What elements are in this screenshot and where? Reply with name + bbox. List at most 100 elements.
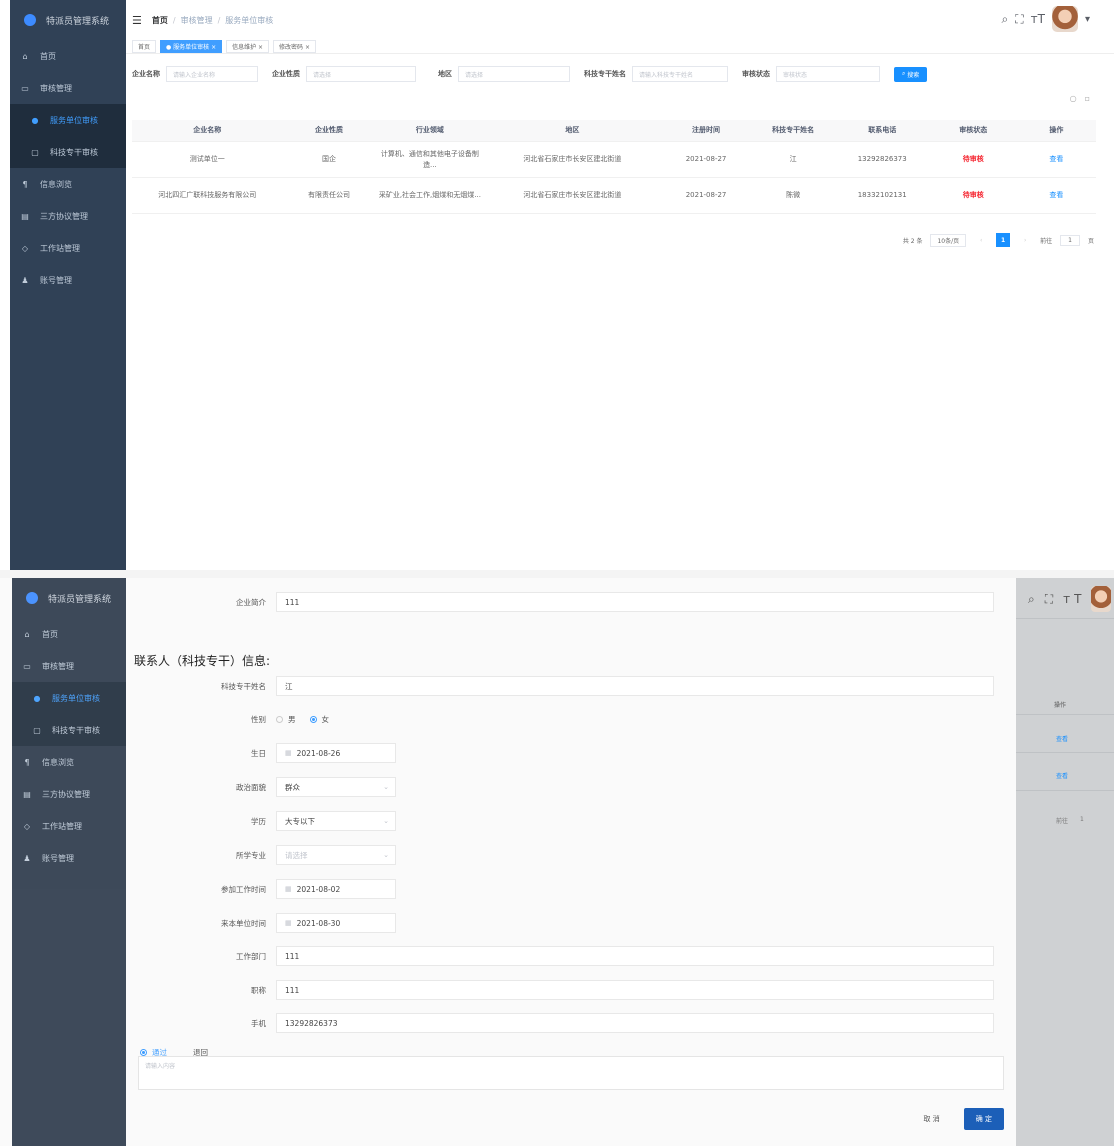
user-icon: ♟ xyxy=(23,853,31,863)
status-select[interactable]: 审核状态 xyxy=(776,66,880,82)
political-select[interactable]: 群众 ⌄ xyxy=(276,777,396,797)
table-tools: ○▫ xyxy=(1070,94,1098,103)
cadre-input[interactable]: 请输入科技专干姓名 xyxy=(632,66,728,82)
audit-icon: ▭ xyxy=(21,83,29,93)
sidebar-item-audit[interactable]: ▭ 审核管理 xyxy=(12,650,126,682)
form-row-intro: 企业简介 111 xyxy=(126,592,994,612)
pagination-total: 共 2 条 xyxy=(902,237,923,245)
overlay-goto: 前往 xyxy=(1056,818,1069,825)
sidebar-item-label: 审核管理 xyxy=(42,661,74,671)
station-icon: ◇ xyxy=(21,243,29,253)
status-label: 审核状态 xyxy=(742,70,770,78)
person-icon: ▢ xyxy=(33,725,41,735)
birthday-label: 生日 xyxy=(251,748,266,758)
cell-area: 河北省石家庄市长安区建北街道 xyxy=(523,155,622,163)
major-select[interactable]: 请选择 ⌄ xyxy=(276,845,396,865)
divider xyxy=(1016,714,1114,715)
fullscreen-icon: ⛶ xyxy=(1044,591,1058,606)
cadre-name-input[interactable]: 江 xyxy=(276,676,994,696)
education-select[interactable]: 大专以下 ⌄ xyxy=(276,811,396,831)
detail-screen: 特派员管理系统 ⌂ 首页 ▭ 审核管理 ● 服务单位审核 ▢ 科技专干审核 ¶ 信息浏览 … xyxy=(0,578,1114,1146)
column-header: 操作 xyxy=(1049,126,1064,134)
search-button[interactable]: ⌕ 搜索 xyxy=(894,66,928,82)
nature-label: 企业性质 xyxy=(272,70,300,78)
tag-org-audit[interactable]: ● 服务单位审核 × xyxy=(160,40,223,53)
page-size-select[interactable]: 10条/页 xyxy=(930,233,967,247)
sidebar-item-agreement[interactable]: ▤ 三方协议管理 xyxy=(12,778,126,810)
work-start-picker[interactable]: ▦ 2021-08-02 xyxy=(276,879,396,899)
area-select[interactable]: 请选择 xyxy=(458,66,570,82)
search-icon[interactable]: ⌕ xyxy=(1002,12,1009,27)
sidebar-item-home[interactable]: ⌂ 首页 xyxy=(10,40,126,72)
company-input[interactable]: 请输入企业名称 xyxy=(166,66,258,82)
sidebar-item-account[interactable]: ♟ 账号管理 xyxy=(10,264,126,296)
political-value: 群众 xyxy=(285,782,300,792)
goto-page-input[interactable]: 1 xyxy=(1060,234,1080,246)
tag-info[interactable]: 信息维护 × xyxy=(226,40,270,53)
search-icon: ⌕ xyxy=(1028,591,1039,606)
cell-industry: 计算机、通信和其他电子设备制造... xyxy=(380,149,479,169)
confirm-button[interactable]: 确 定 xyxy=(963,1108,1004,1130)
intro-input[interactable]: 111 xyxy=(276,592,994,612)
font-size-icon[interactable]: ᴛT xyxy=(1031,12,1045,26)
cancel-button[interactable]: 取 消 xyxy=(914,1108,950,1130)
page-number-current[interactable]: 1 xyxy=(996,233,1011,247)
cell-nature: 有限责任公司 xyxy=(307,191,350,199)
refresh-icon[interactable]: ○ xyxy=(1070,94,1085,103)
search-form: 企业名称 请输入企业名称 企业性质 请选择 地区 请选择 科技专干姓名 请输入科… xyxy=(132,64,1094,84)
avatar[interactable] xyxy=(1051,6,1078,32)
caret-down-icon[interactable]: ▾ xyxy=(1085,14,1090,25)
sidebar-item-label: 首页 xyxy=(42,629,58,639)
columns-icon[interactable]: ▫ xyxy=(1085,94,1098,103)
tag-password[interactable]: 修改密码 × xyxy=(273,40,316,53)
sidebar-item-cadre-audit[interactable]: ▢ 科技专干审核 xyxy=(10,136,126,168)
sidebar-item-info[interactable]: ¶ 信息浏览 xyxy=(10,168,126,200)
prev-page-icon[interactable]: ‹ xyxy=(974,233,988,247)
next-page-icon[interactable]: › xyxy=(1018,233,1032,247)
sidebar-item-account[interactable]: ♟ 账号管理 xyxy=(12,842,126,874)
dept-input[interactable]: 111 xyxy=(276,946,994,966)
breadcrumb-audit: 审核管理 xyxy=(180,15,213,25)
background-page-overlay: ⌕ ⛶ ᴛT 操作 查看 查看 前往 1 xyxy=(1016,578,1114,1146)
position-input[interactable]: 111 xyxy=(276,980,994,1000)
education-label: 学历 xyxy=(251,816,266,826)
join-date-picker[interactable]: ▦ 2021-08-30 xyxy=(276,913,396,933)
cadre-label: 科技专干姓名 xyxy=(584,70,626,78)
table-row: 测试单位一 国企 计算机、通信和其他电子设备制造... 河北省石家庄市长安区建北… xyxy=(132,142,1096,178)
view-link[interactable]: 查看 xyxy=(1017,190,1096,201)
birthday-picker[interactable]: ▦ 2021-08-26 xyxy=(276,743,396,763)
table-header: 企业名称 企业性质 行业领域 地区 注册时间 科技专干姓名 联系电话 审核状态 … xyxy=(132,120,1096,142)
dept-label: 工作部门 xyxy=(236,951,266,961)
sidebar-item-info[interactable]: ¶ 信息浏览 xyxy=(12,746,126,778)
breadcrumb-home[interactable]: 首页 xyxy=(152,15,168,26)
search-button-label: 搜索 xyxy=(907,71,920,79)
gender-female-radio[interactable]: 女 xyxy=(309,714,329,725)
column-header: 联系电话 xyxy=(868,126,897,134)
font-size-icon: ᴛT xyxy=(1063,592,1086,606)
sidebar-item-home[interactable]: ⌂ 首页 xyxy=(12,618,126,650)
tag-home[interactable]: 首页 xyxy=(132,40,157,53)
form-row-position: 职称 111 xyxy=(126,980,994,1000)
nature-select[interactable]: 请选择 xyxy=(306,66,416,82)
sidebar-item-label: 科技专干审核 xyxy=(52,725,100,735)
sidebar-item-station[interactable]: ◇ 工作站管理 xyxy=(12,810,126,842)
sidebar-item-org-audit[interactable]: ● 服务单位审核 xyxy=(10,104,126,136)
form-row-cadre-name: 科技专干姓名 江 xyxy=(126,676,994,696)
sidebar-item-org-audit[interactable]: ● 服务单位审核 xyxy=(12,682,126,714)
position-label: 职称 xyxy=(251,985,266,995)
sidebar-item-station[interactable]: ◇ 工作站管理 xyxy=(10,232,126,264)
sidebar-item-audit[interactable]: ▭ 审核管理 xyxy=(10,72,126,104)
form-row-political: 政治面貌 群众 ⌄ xyxy=(126,777,396,797)
column-header: 企业名称 xyxy=(193,126,222,134)
hamburger-icon[interactable]: ☰ xyxy=(132,14,142,27)
gender-male-radio[interactable]: 男 xyxy=(276,714,296,725)
fullscreen-icon[interactable]: ⛶ xyxy=(1015,12,1023,27)
remark-textarea[interactable]: 请输入内容 xyxy=(138,1056,1004,1090)
overlay-view-link: 查看 xyxy=(1056,736,1069,743)
phone-input[interactable]: 13292826373 xyxy=(276,1013,994,1033)
sidebar-item-agreement[interactable]: ▤ 三方协议管理 xyxy=(10,200,126,232)
view-link[interactable]: 查看 xyxy=(1017,154,1096,165)
sidebar-item-label: 三方协议管理 xyxy=(42,789,90,799)
sidebar-item-cadre-audit[interactable]: ▢ 科技专干审核 xyxy=(12,714,126,746)
birthday-value: 2021-08-26 xyxy=(296,748,341,758)
